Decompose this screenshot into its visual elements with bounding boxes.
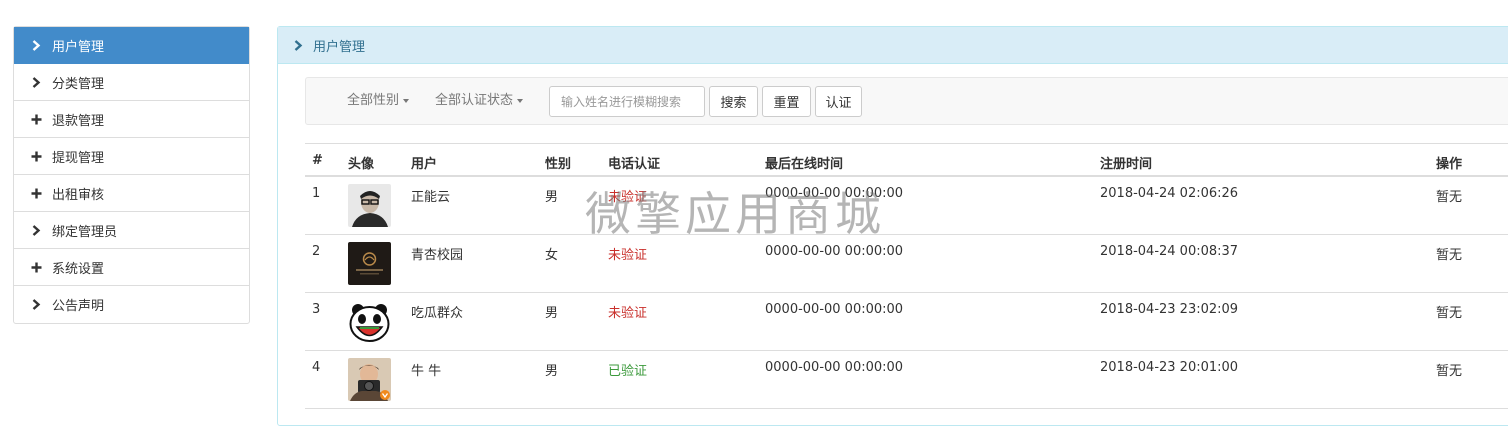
row-registered: 2018-04-24 00:08:37: [1100, 244, 1239, 259]
header-last-online: 最后在线时间: [765, 157, 844, 172]
sidebar-item-rental-review[interactable]: 出租审核: [14, 175, 249, 212]
row-phone-auth-status: 未验证: [608, 190, 648, 205]
search-input[interactable]: [549, 86, 705, 117]
sidebar-item-label: 出租审核: [52, 187, 105, 203]
sidebar-item-label: 分类管理: [52, 76, 105, 92]
sidebar-item-bind-admin[interactable]: 绑定管理员: [14, 212, 249, 249]
row-gender: 男: [545, 306, 559, 321]
gender-filter-label: 全部性别: [347, 93, 400, 108]
row-action: 暂无: [1436, 364, 1463, 379]
row-action: 暂无: [1436, 190, 1463, 205]
caret-down-icon: [517, 98, 524, 103]
plus-icon: [30, 113, 42, 125]
row-action: 暂无: [1436, 248, 1463, 263]
row-registered: 2018-04-23 23:02:09: [1100, 302, 1239, 317]
chevron-right-icon: [30, 299, 42, 311]
header-user: 用户: [411, 157, 438, 172]
sidebar-item-system-settings[interactable]: 系统设置: [14, 249, 249, 286]
users-table: # 头像 用户 性别 电话认证 最后在线时间 注册时间 操作 1 正能云 男 未…: [305, 143, 1508, 409]
sidebar-item-users[interactable]: 用户管理: [14, 27, 249, 64]
row-user-name: 正能云: [411, 190, 451, 205]
sidebar-item-label: 退款管理: [52, 113, 105, 129]
row-user-name: 牛 牛: [411, 364, 442, 379]
plus-icon: [30, 150, 42, 162]
sidebar-item-refunds[interactable]: 退款管理: [14, 101, 249, 138]
row-index: 1: [312, 186, 321, 201]
avatar: [348, 358, 391, 401]
avatar: [348, 242, 391, 285]
panel-title: 用户管理: [313, 39, 366, 55]
row-phone-auth-status: 已验证: [608, 364, 648, 379]
table-row: 4 牛 牛 男 已验证 0000-00-00 00:00:00 2018-04-…: [305, 351, 1508, 409]
row-last-online: 0000-00-00 00:00:00: [765, 360, 904, 375]
sidebar-item-announcements[interactable]: 公告声明: [14, 286, 249, 323]
header-index: #: [312, 153, 323, 168]
chevron-right-icon: [30, 76, 42, 88]
auth-filter-label: 全部认证状态: [435, 93, 514, 108]
table-row: 3 吃瓜群众 男 未验证 0000-00-00 00:00:00 2018-04…: [305, 293, 1508, 351]
avatar: [348, 184, 391, 227]
row-last-online: 0000-00-00 00:00:00: [765, 186, 904, 201]
table-row: 1 正能云 男 未验证 0000-00-00 00:00:00 2018-04-…: [305, 177, 1508, 235]
auth-filter-dropdown[interactable]: 全部认证状态: [435, 78, 524, 124]
row-gender: 男: [545, 190, 559, 205]
row-gender: 女: [545, 248, 559, 263]
chevron-right-icon: [30, 224, 42, 236]
row-registered: 2018-04-24 02:06:26: [1100, 186, 1239, 201]
gender-filter-dropdown[interactable]: 全部性别: [347, 78, 410, 124]
filter-toolbar: 全部性别 全部认证状态 搜索 重置 认证: [305, 77, 1508, 125]
row-last-online: 0000-00-00 00:00:00: [765, 244, 904, 259]
header-action: 操作: [1436, 157, 1463, 172]
sidebar-item-label: 用户管理: [52, 39, 105, 55]
row-phone-auth-status: 未验证: [608, 306, 648, 321]
row-gender: 男: [545, 364, 559, 379]
row-phone-auth-status: 未验证: [608, 248, 648, 263]
header-avatar: 头像: [348, 157, 375, 172]
row-index: 2: [312, 244, 321, 259]
row-user-name: 吃瓜群众: [411, 306, 464, 321]
header-registered: 注册时间: [1100, 157, 1153, 172]
row-action: 暂无: [1436, 306, 1463, 321]
sidebar-item-label: 系统设置: [52, 261, 105, 277]
reset-button[interactable]: 重置: [762, 86, 811, 117]
row-index: 4: [312, 360, 321, 375]
search-button[interactable]: 搜索: [709, 86, 758, 117]
plus-icon: [30, 261, 42, 273]
sidebar-item-label: 提现管理: [52, 150, 105, 166]
sidebar-item-label: 公告声明: [52, 299, 105, 314]
header-gender: 性别: [545, 157, 572, 172]
row-user-name: 青杏校园: [411, 248, 464, 263]
chevron-right-icon: [294, 39, 303, 51]
caret-down-icon: [403, 98, 410, 103]
chevron-right-icon: [30, 39, 42, 51]
sidebar-nav: 用户管理 分类管理 退款管理 提现管理 出租审核 绑定管理员 系统设置 公告声明: [13, 26, 250, 324]
panel-heading: 用户管理: [278, 27, 1508, 64]
table-row: 2 青杏校园 女 未验证 0000-00-00 00:00:00 2018-04…: [305, 235, 1508, 293]
main-panel: 用户管理 全部性别 全部认证状态 搜索 重置 认证 # 头像 用户 性别 电话认…: [277, 26, 1508, 426]
table-header: # 头像 用户 性别 电话认证 最后在线时间 注册时间 操作: [305, 143, 1508, 177]
sidebar-item-categories[interactable]: 分类管理: [14, 64, 249, 101]
verify-button[interactable]: 认证: [815, 86, 862, 117]
sidebar-item-withdrawals[interactable]: 提现管理: [14, 138, 249, 175]
sidebar-item-label: 绑定管理员: [52, 224, 118, 240]
row-last-online: 0000-00-00 00:00:00: [765, 302, 904, 317]
plus-icon: [30, 187, 42, 199]
row-registered: 2018-04-23 20:01:00: [1100, 360, 1239, 375]
avatar: [348, 300, 391, 343]
row-index: 3: [312, 302, 321, 317]
header-phone-auth: 电话认证: [608, 157, 661, 172]
